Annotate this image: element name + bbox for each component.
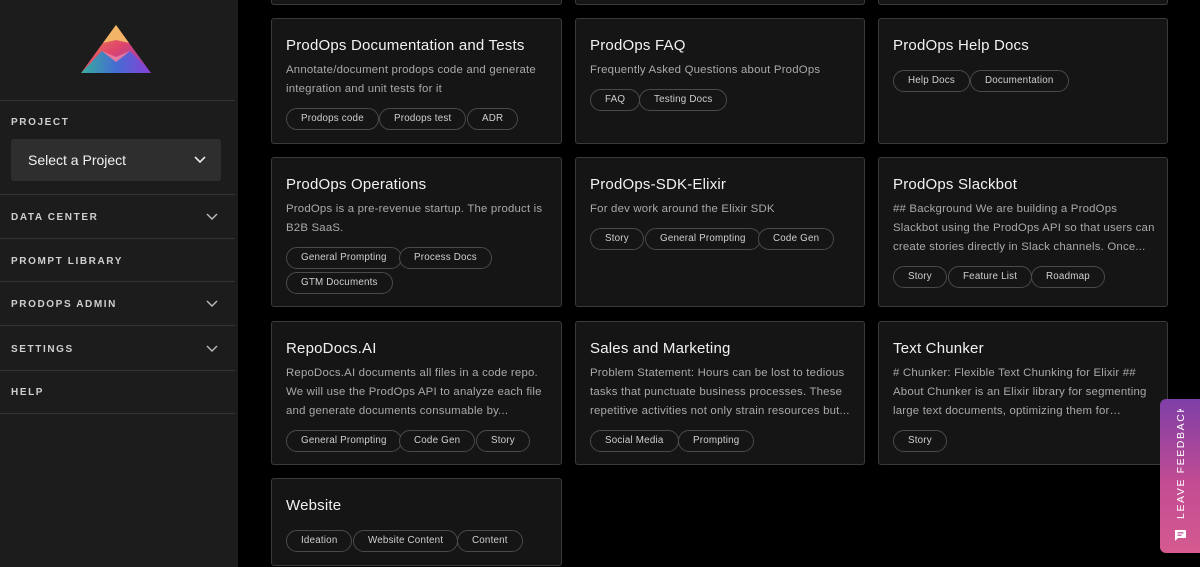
project-card-website[interactable]: Website Ideation Website Content Content — [271, 478, 562, 566]
project-card-sdk-elixir[interactable]: ProdOps-SDK-Elixir For dev work around t… — [575, 157, 865, 307]
project-card-help-docs[interactable]: ProdOps Help Docs Help Docs Documentatio… — [878, 18, 1168, 144]
sidebar-section-data-center[interactable]: DATA CENTER — [11, 212, 98, 223]
tag[interactable]: Roadmap — [1031, 266, 1105, 288]
leave-feedback-label: LEAVE FEEDBACK — [1175, 409, 1187, 519]
tag[interactable]: Help Docs — [893, 70, 970, 92]
card-offscreen[interactable] — [878, 0, 1168, 5]
prodops-logo[interactable] — [80, 24, 152, 74]
card-title: Text Chunker — [893, 340, 984, 357]
project-card-text-chunker[interactable]: Text Chunker # Chunker: Flexible Text Ch… — [878, 321, 1168, 465]
card-description: RepoDocs.AI documents all files in a cod… — [286, 367, 542, 417]
tag[interactable]: Content — [457, 530, 523, 552]
sidebar-divider — [0, 281, 235, 282]
tag[interactable]: Prodops test — [379, 108, 467, 130]
sidebar-divider — [0, 413, 235, 414]
sidebar-section-project: PROJECT — [11, 117, 70, 128]
chevron-down-icon — [194, 156, 206, 164]
project-select[interactable]: Select a Project — [11, 139, 221, 181]
sidebar: PROJECT Select a Project DATA CENTER PRO… — [0, 0, 238, 567]
project-card-repodocs[interactable]: RepoDocs.AI RepoDocs.AI documents all fi… — [271, 321, 562, 465]
tag[interactable]: General Prompting — [286, 247, 402, 269]
card-title: Website — [286, 497, 342, 514]
project-card-faq[interactable]: ProdOps FAQ Frequently Asked Questions a… — [575, 18, 865, 144]
tag[interactable]: Documentation — [970, 70, 1069, 92]
sidebar-section-prodops-admin[interactable]: PRODOPS ADMIN — [11, 299, 117, 310]
tag[interactable]: General Prompting — [286, 430, 402, 452]
card-description: ProdOps is a pre-revenue startup. The pr… — [286, 203, 543, 234]
card-offscreen[interactable] — [271, 0, 562, 5]
leave-feedback-button[interactable]: LEAVE FEEDBACK — [1160, 399, 1200, 553]
card-description: Problem Statement: Hours can be lost to … — [590, 367, 850, 417]
project-card-sales-marketing[interactable]: Sales and Marketing Problem Statement: H… — [575, 321, 865, 465]
chevron-down-icon[interactable] — [205, 212, 219, 222]
tag[interactable]: Testing Docs — [639, 89, 728, 111]
sidebar-divider — [0, 100, 235, 101]
tag[interactable]: Process Docs — [399, 247, 492, 269]
sidebar-section-help[interactable]: HELP — [11, 387, 44, 398]
chat-bubble-icon — [1174, 530, 1186, 541]
card-title: RepoDocs.AI — [286, 340, 377, 357]
tag[interactable]: ADR — [467, 108, 519, 130]
sidebar-divider — [0, 194, 235, 195]
project-card-operations[interactable]: ProdOps Operations ProdOps is a pre-reve… — [271, 157, 562, 307]
tag[interactable]: Story — [476, 430, 530, 452]
tag[interactable]: Social Media — [590, 430, 679, 452]
sidebar-divider — [0, 325, 235, 326]
chevron-down-icon[interactable] — [205, 299, 219, 309]
tag[interactable]: FAQ — [590, 89, 641, 111]
card-title: ProdOps Operations — [286, 176, 427, 193]
tag[interactable]: Code Gen — [399, 430, 476, 452]
card-title: Sales and Marketing — [590, 340, 731, 357]
leave-feedback-text: LEAVE FEEDBACK — [1175, 409, 1187, 519]
card-title: ProdOps Help Docs — [893, 37, 1029, 54]
card-title: ProdOps-SDK-Elixir — [590, 176, 727, 193]
tag[interactable]: Website Content — [353, 530, 459, 552]
tag[interactable]: Ideation — [286, 530, 353, 552]
tag[interactable]: General Prompting — [645, 228, 761, 250]
project-card-slackbot[interactable]: ProdOps Slackbot ## Background We are bu… — [878, 157, 1168, 307]
tag[interactable]: Feature List — [948, 266, 1033, 288]
card-offscreen[interactable] — [575, 0, 865, 5]
tag[interactable]: Code Gen — [758, 228, 835, 250]
tag[interactable]: Story — [893, 266, 947, 288]
tag[interactable]: Story — [893, 430, 947, 452]
tag[interactable]: Prodops code — [286, 108, 379, 130]
sidebar-divider — [0, 238, 235, 239]
card-title: ProdOps FAQ — [590, 37, 686, 54]
project-select-value: Select a Project — [28, 152, 127, 168]
sidebar-section-settings[interactable]: SETTINGS — [11, 344, 74, 355]
card-description: # Chunker: Flexible Text Chunking for El… — [893, 367, 1147, 417]
tag[interactable]: Prompting — [678, 430, 755, 452]
card-title: ProdOps Slackbot — [893, 176, 1018, 193]
chevron-down-icon[interactable] — [205, 344, 219, 354]
card-description: For dev work around the Elixir SDK — [590, 203, 775, 215]
card-description: Frequently Asked Questions about ProdOps — [590, 64, 821, 76]
sidebar-section-prompt-library[interactable]: PROMPT LIBRARY — [11, 256, 123, 267]
card-title: ProdOps Documentation and Tests — [286, 37, 525, 54]
card-description: Annotate/document prodops code and gener… — [286, 64, 536, 95]
project-card-documentation-tests[interactable]: ProdOps Documentation and Tests Annotate… — [271, 18, 562, 144]
tag[interactable]: Story — [590, 228, 644, 250]
sidebar-divider — [0, 370, 235, 371]
tag[interactable]: GTM Documents — [286, 272, 393, 294]
card-description: ## Background We are building a ProdOps … — [893, 203, 1155, 253]
